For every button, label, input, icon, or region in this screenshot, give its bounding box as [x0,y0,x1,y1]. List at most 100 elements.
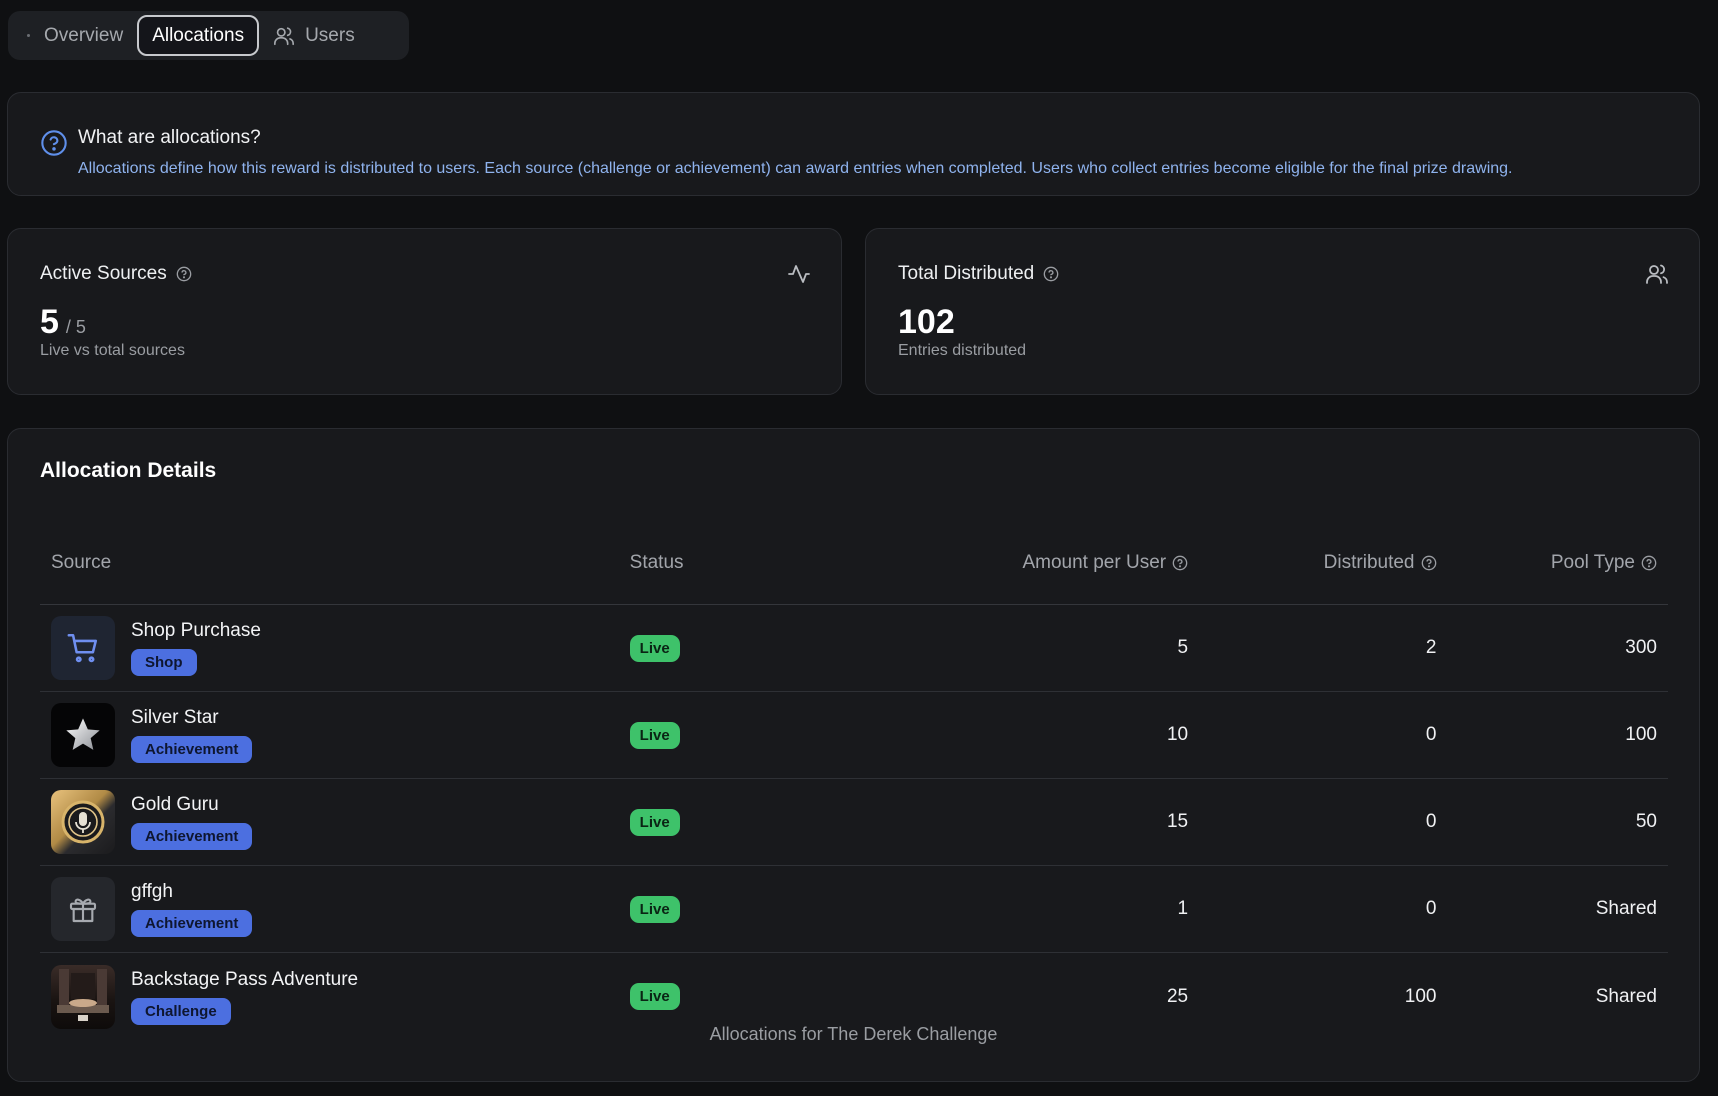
pool-type-cell: Shared [1595,985,1657,1007]
source-text: Gold Guru Achievement [131,794,253,850]
source-text: Shop Purchase Shop [131,620,261,676]
amount-cell: 1 [1177,898,1189,919]
source-name: Silver Star [131,707,219,728]
tab-allocations[interactable]: Allocations [137,15,260,56]
col-pool-type-label: Pool Type [1550,551,1635,573]
total-distributed-card: Total Distributed 102 Entries distribute… [865,228,1700,395]
distributed-cell: 0 [1425,811,1437,832]
allocation-details-card: Allocation Details Source Status Amount … [7,428,1700,1082]
status-cell: Live [629,895,823,923]
allocation-details-title: Allocation Details [40,459,217,482]
backstage-image [51,964,115,1029]
pool-type-cell: 300 [1625,637,1657,658]
source-cell: Backstage Pass Adventure Challenge [40,964,630,1029]
source-cell: Silver Star Achievement [40,703,630,767]
source-cell: Gold Guru Achievement [40,790,630,854]
source-name: Backstage Pass Adventure [131,968,359,990]
source-cell: Shop Purchase Shop [40,616,630,680]
info-title: What are allocations? [78,127,261,148]
col-status: Status [630,552,823,574]
status-cell: Live [629,983,823,1010]
tab-overview[interactable]: Overview [13,15,137,56]
info-card: What are allocations? Allocations define… [7,92,1700,196]
gift-icon [51,877,115,941]
tab-bar: Overview Allocations Users [8,11,409,60]
col-amount-label: Amount per User [1022,551,1167,573]
table-row[interactable]: Silver Star Achievement Live 10 0 100 [40,692,1668,779]
active-sources-value: 5 [40,303,59,341]
col-distributed-label: Distributed [1323,551,1415,573]
col-source-label: Source [51,551,112,573]
table-caption: Allocations for The Derek Challenge [709,1024,998,1044]
status-cell: Live [629,634,823,662]
tab-allocations-label: Allocations [152,24,245,46]
tab-users-label: Users [305,24,355,46]
active-sources-card: Active Sources 5 / 5 Live vs total sourc… [7,228,842,395]
active-sources-label-row: Active Sources [40,263,192,285]
source-tag: Achievement [131,736,253,763]
pool-type-cell: Shared [1595,898,1657,919]
total-distributed-label-row: Total Distributed [898,263,1059,285]
tab-overview-label: Overview [44,24,124,46]
source-tag: Challenge [131,997,231,1025]
active-sources-caption: Live vs total sources [40,342,185,359]
active-sources-label: Active Sources [40,263,167,284]
info-text: Allocations define how this reward is di… [78,160,1513,177]
star-badge-icon [51,703,115,767]
table-row[interactable]: Gold Guru Achievement Live 15 0 50 [40,779,1668,866]
table-header-row: Source Status Amount per User Distribute… [40,521,1668,605]
col-distributed: Distributed [1188,552,1436,574]
pool-type-cell: 50 [1635,811,1657,832]
help-icon[interactable] [1641,555,1657,571]
source-tag: Achievement [131,823,253,850]
help-icon[interactable] [1421,555,1437,571]
source-name: gffgh [131,881,173,902]
pool-type-cell: 100 [1625,724,1657,745]
distributed-cell: 2 [1425,637,1437,658]
amount-cell: 5 [1177,637,1189,658]
dot-icon [27,34,30,37]
amount-cell: 15 [1166,811,1189,832]
active-sources-value-row: 5 / 5 [40,303,86,342]
help-icon[interactable] [176,266,192,282]
source-text: gffgh Achievement [131,881,253,937]
activity-icon [788,265,810,283]
source-text: Backstage Pass Adventure Challenge [131,969,358,1025]
total-distributed-value: 102 [898,303,955,341]
col-amount: Amount per User [822,552,1188,574]
active-sources-total: / 5 [65,317,86,337]
tab-users[interactable]: Users [259,15,369,56]
amount-cell: 25 [1166,985,1189,1007]
source-tag: Achievement [131,910,253,937]
total-distributed-label: Total Distributed [898,263,1035,284]
col-source: Source [40,552,630,574]
status-badge: Live [629,721,680,749]
status-badge: Live [629,983,680,1010]
users-icon [274,26,295,45]
status-badge: Live [629,895,680,923]
help-icon[interactable] [1043,266,1059,282]
source-name: Gold Guru [131,794,219,815]
allocation-table: Source Status Amount per User Distribute… [40,521,1668,1040]
table-row[interactable]: gffgh Achievement Live 1 0 Shared [40,866,1668,953]
help-icon[interactable] [1172,555,1188,571]
amount-cell: 10 [1166,724,1189,745]
help-circle-icon [41,130,67,156]
col-pool-type: Pool Type [1437,552,1668,574]
source-text: Silver Star Achievement [131,707,253,763]
distributed-cell: 100 [1404,985,1437,1007]
col-status-label: Status [629,551,684,573]
source-cell: gffgh Achievement [40,877,630,941]
table-row[interactable]: Shop Purchase Shop Live 5 2 300 [40,605,1668,692]
distributed-cell: 0 [1425,724,1437,745]
cart-icon [51,616,115,680]
status-cell: Live [629,808,823,836]
distributed-cell: 0 [1425,898,1437,919]
gold-medal-icon [51,790,115,854]
source-name: Shop Purchase [131,620,261,641]
status-badge: Live [629,634,680,662]
users-icon [1646,264,1668,284]
source-tag: Shop [131,649,197,676]
total-distributed-caption: Entries distributed [898,342,1027,359]
total-distributed-value-row: 102 [898,303,955,342]
